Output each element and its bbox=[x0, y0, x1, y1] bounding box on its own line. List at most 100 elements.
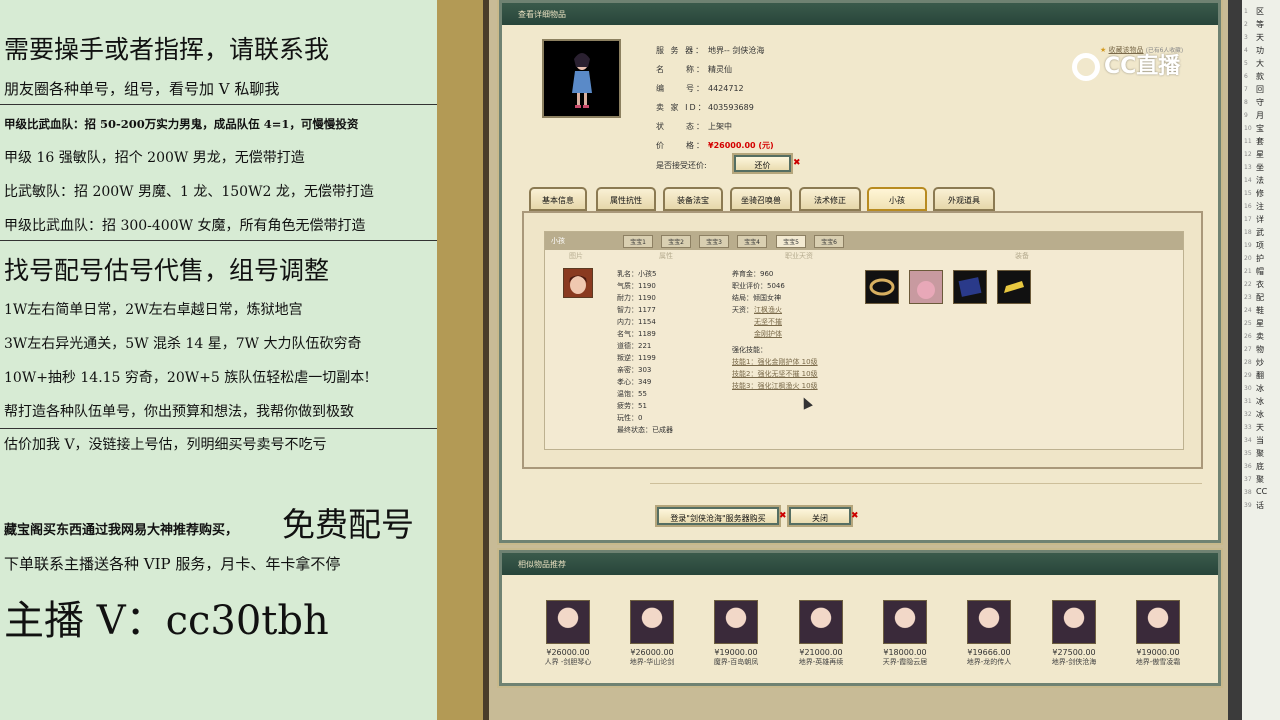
side-panel-item[interactable]: 冰 bbox=[1256, 396, 1264, 407]
side-panel-item[interactable]: 星 bbox=[1256, 318, 1264, 329]
overlay-line: 甲级比武血队：招 50-200万实力男鬼，成品队伍 4=1，可慢慢投资 bbox=[4, 117, 359, 131]
line-number: 25 bbox=[1244, 320, 1252, 327]
strengthen-link[interactable]: 技能2：强化无坚不摧 10级 bbox=[732, 369, 818, 379]
tab-equipment[interactable]: 装备法宝 bbox=[663, 187, 723, 211]
side-panel-item[interactable]: 法 bbox=[1256, 175, 1264, 186]
tab-appearance[interactable]: 外观道具 bbox=[933, 187, 995, 211]
tab-basic-info[interactable]: 基本信息 bbox=[529, 187, 587, 211]
side-panel-item[interactable]: 物 bbox=[1256, 344, 1264, 355]
side-panel-item[interactable]: 护 bbox=[1256, 253, 1264, 264]
bracelet-icon[interactable] bbox=[865, 270, 899, 304]
side-panel-item[interactable]: 衣 bbox=[1256, 279, 1264, 290]
item-server: 天界-霞隐云居 bbox=[882, 658, 928, 666]
line-number: 2 bbox=[1244, 21, 1248, 28]
overlay-line: 10W+抽秒 14.15 穷奇，20W+5 族队伍轻松虐一切副本! bbox=[4, 370, 370, 386]
character-portrait bbox=[542, 39, 621, 118]
tab-mounts[interactable]: 坐骑召唤兽 bbox=[730, 187, 792, 211]
side-panel-item[interactable]: 月 bbox=[1256, 110, 1264, 121]
line-number: 10 bbox=[1244, 125, 1252, 132]
line-number: 5 bbox=[1244, 60, 1248, 67]
side-panel-item[interactable]: 冰 bbox=[1256, 383, 1264, 394]
recommend-item[interactable]: ¥18000.00 天界-霞隐云居 bbox=[865, 600, 945, 667]
side-panel-item[interactable]: 项 bbox=[1256, 240, 1264, 251]
recommend-item[interactable]: ¥19000.00 地界-傲雪凌霜 bbox=[1118, 600, 1198, 667]
tab-spells[interactable]: 法术修正 bbox=[799, 187, 861, 211]
item-server: 地界-傲雪凌霜 bbox=[1135, 658, 1181, 666]
side-panel-item[interactable]: 大 bbox=[1256, 58, 1264, 69]
side-panel-item[interactable]: 武 bbox=[1256, 227, 1264, 238]
side-panel-item[interactable]: 冰 bbox=[1256, 409, 1264, 420]
overlay-line: 比武敏队：招 200W 男魔、1 龙、150W2 龙，无偿带打造 bbox=[4, 184, 374, 200]
column-header: 图片 bbox=[569, 252, 583, 260]
attr-line: 耐力：1190 bbox=[617, 294, 656, 302]
overlay-line: 下单联系主播送各种 VIP 服务，月卡、年卡拿不停 bbox=[4, 555, 341, 573]
attr-line: 气质：1190 bbox=[617, 282, 656, 290]
side-panel-item[interactable]: 区 bbox=[1256, 6, 1264, 17]
side-panel-item[interactable]: 翻 bbox=[1256, 370, 1264, 381]
item-price: ¥21000.00 bbox=[799, 648, 843, 657]
side-panel-item[interactable]: 坐 bbox=[1256, 162, 1264, 173]
side-panel-item[interactable]: 卖 bbox=[1256, 331, 1264, 342]
skill-line: 结局：倾国女神 bbox=[732, 294, 781, 302]
recommend-item[interactable]: ¥27500.00 地界-剑侠沧海 bbox=[1034, 600, 1114, 667]
book-icon[interactable] bbox=[953, 270, 987, 304]
close-button[interactable]: 关闭 bbox=[789, 507, 851, 525]
talent-link[interactable]: 江枫渔火 bbox=[754, 305, 782, 315]
side-panel-item[interactable]: 守 bbox=[1256, 97, 1264, 108]
side-panel-item[interactable]: 套 bbox=[1256, 136, 1264, 147]
side-panel-item[interactable]: 天 bbox=[1256, 32, 1264, 43]
strengthen-link[interactable]: 技能3：强化江枫渔火 10级 bbox=[732, 381, 818, 391]
side-panel-item[interactable]: 帽 bbox=[1256, 266, 1264, 277]
item-price: ¥19666.00 bbox=[967, 648, 1011, 657]
recommend-item[interactable]: ¥26000.00 人界 -剑胆琴心 bbox=[528, 600, 608, 667]
side-panel-item[interactable]: 款 bbox=[1256, 71, 1264, 82]
talent-link[interactable]: 金刚护体 bbox=[754, 329, 782, 339]
tab-baby-2[interactable]: 宝宝2 bbox=[661, 235, 691, 248]
tab-attributes[interactable]: 属性抗性 bbox=[596, 187, 656, 211]
side-panel-item[interactable]: 注 bbox=[1256, 201, 1264, 212]
side-panel-item[interactable]: 天 bbox=[1256, 422, 1264, 433]
pouch-icon[interactable] bbox=[909, 270, 943, 304]
cc-logo-icon bbox=[1072, 53, 1100, 81]
skill-line: 职业评价：5046 bbox=[732, 282, 785, 290]
bargain-button[interactable]: 还价 bbox=[734, 155, 791, 172]
tab-baby-1[interactable]: 宝宝1 bbox=[623, 235, 653, 248]
side-panel-item[interactable]: 炒 bbox=[1256, 357, 1264, 368]
side-panel-item[interactable]: 底 bbox=[1256, 461, 1264, 472]
side-panel-item[interactable]: 详 bbox=[1256, 214, 1264, 225]
side-panel-item[interactable]: 当 bbox=[1256, 435, 1264, 446]
side-panel-item[interactable]: CC bbox=[1256, 487, 1267, 496]
tab-child[interactable]: 小孩 bbox=[867, 187, 927, 211]
side-panel-item[interactable]: 聚 bbox=[1256, 448, 1264, 459]
buy-button[interactable]: 登录"剑侠沧海"服务器购买 bbox=[657, 507, 779, 525]
line-number: 8 bbox=[1244, 99, 1248, 106]
side-panel-item[interactable]: 等 bbox=[1256, 19, 1264, 30]
side-panel-item[interactable]: 话 bbox=[1256, 500, 1264, 511]
side-panel-item[interactable]: 配 bbox=[1256, 292, 1264, 303]
attr-line: 玩性：0 bbox=[617, 414, 643, 422]
talent-link[interactable]: 无坚不摧 bbox=[754, 317, 782, 327]
recommend-item[interactable]: ¥19000.00 魔界-百岛朝凤 bbox=[696, 600, 776, 667]
side-panel-item[interactable]: 回 bbox=[1256, 84, 1264, 95]
field-value: 上架中 bbox=[708, 122, 732, 131]
side-panel-item[interactable]: 修 bbox=[1256, 188, 1264, 199]
recommend-item[interactable]: ¥21000.00 地界-英雄再续 bbox=[781, 600, 861, 667]
side-panel-item[interactable]: 星 bbox=[1256, 149, 1264, 160]
tab-baby-5[interactable]: 宝宝5 bbox=[776, 235, 806, 248]
line-number: 7 bbox=[1244, 86, 1248, 93]
panel-title: 查看详细物品 bbox=[502, 3, 1218, 25]
character-avatar bbox=[883, 600, 927, 644]
tab-baby-3[interactable]: 宝宝3 bbox=[699, 235, 729, 248]
side-panel-item[interactable]: 宝 bbox=[1256, 123, 1264, 134]
ingot-icon[interactable] bbox=[997, 270, 1031, 304]
strengthen-link[interactable]: 技能1：强化金刚护体 10级 bbox=[732, 357, 818, 367]
tab-baby-6[interactable]: 宝宝6 bbox=[814, 235, 844, 248]
recommend-item[interactable]: ¥19666.00 地界-龙的传人 bbox=[949, 600, 1029, 667]
line-number: 38 bbox=[1244, 489, 1252, 496]
side-panel-item[interactable]: 聚 bbox=[1256, 474, 1264, 485]
side-panel-item[interactable]: 鞋 bbox=[1256, 305, 1264, 316]
recommend-item[interactable]: ¥26000.00 地界-华山论剑 bbox=[612, 600, 692, 667]
tab-baby-4[interactable]: 宝宝4 bbox=[737, 235, 767, 248]
side-panel-item[interactable]: 功 bbox=[1256, 45, 1264, 56]
item-price: ¥27500.00 bbox=[1052, 648, 1096, 657]
